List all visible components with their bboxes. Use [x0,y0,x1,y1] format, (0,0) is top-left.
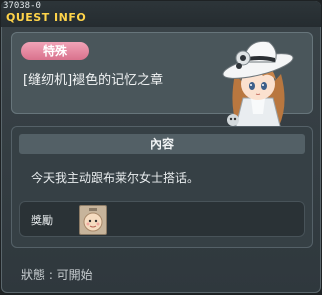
quest-info-window: 37038-0 QUEST INFO 特殊 [缝纫机]褪色的记忆之章 內容 今天… [1,1,321,293]
quest-status: 狀態 : 可開始 [21,268,93,282]
reward-box: 獎勵 [19,201,305,237]
doll-face-icon [83,208,103,232]
quest-name: [缝纫机]褪色的记忆之章 [23,73,164,88]
quest-description: 今天我主动跟布莱尔女士搭话。 [31,171,200,185]
quest-id: 37038-0 [3,1,41,11]
title-bar[interactable]: 37038-0 QUEST INFO [1,1,321,27]
quest-header-panel: 特殊 [缝纫机]褪色的记忆之章 [11,32,313,140]
reward-label: 獎勵 [31,214,53,227]
content-section-header: 內容 [19,134,305,154]
reward-item-slot[interactable] [79,205,107,235]
window-title: QUEST INFO [6,11,87,24]
category-badge: 特殊 [21,42,89,60]
quest-content-panel: 內容 今天我主动跟布莱尔女士搭话。 獎勵 [11,126,313,248]
